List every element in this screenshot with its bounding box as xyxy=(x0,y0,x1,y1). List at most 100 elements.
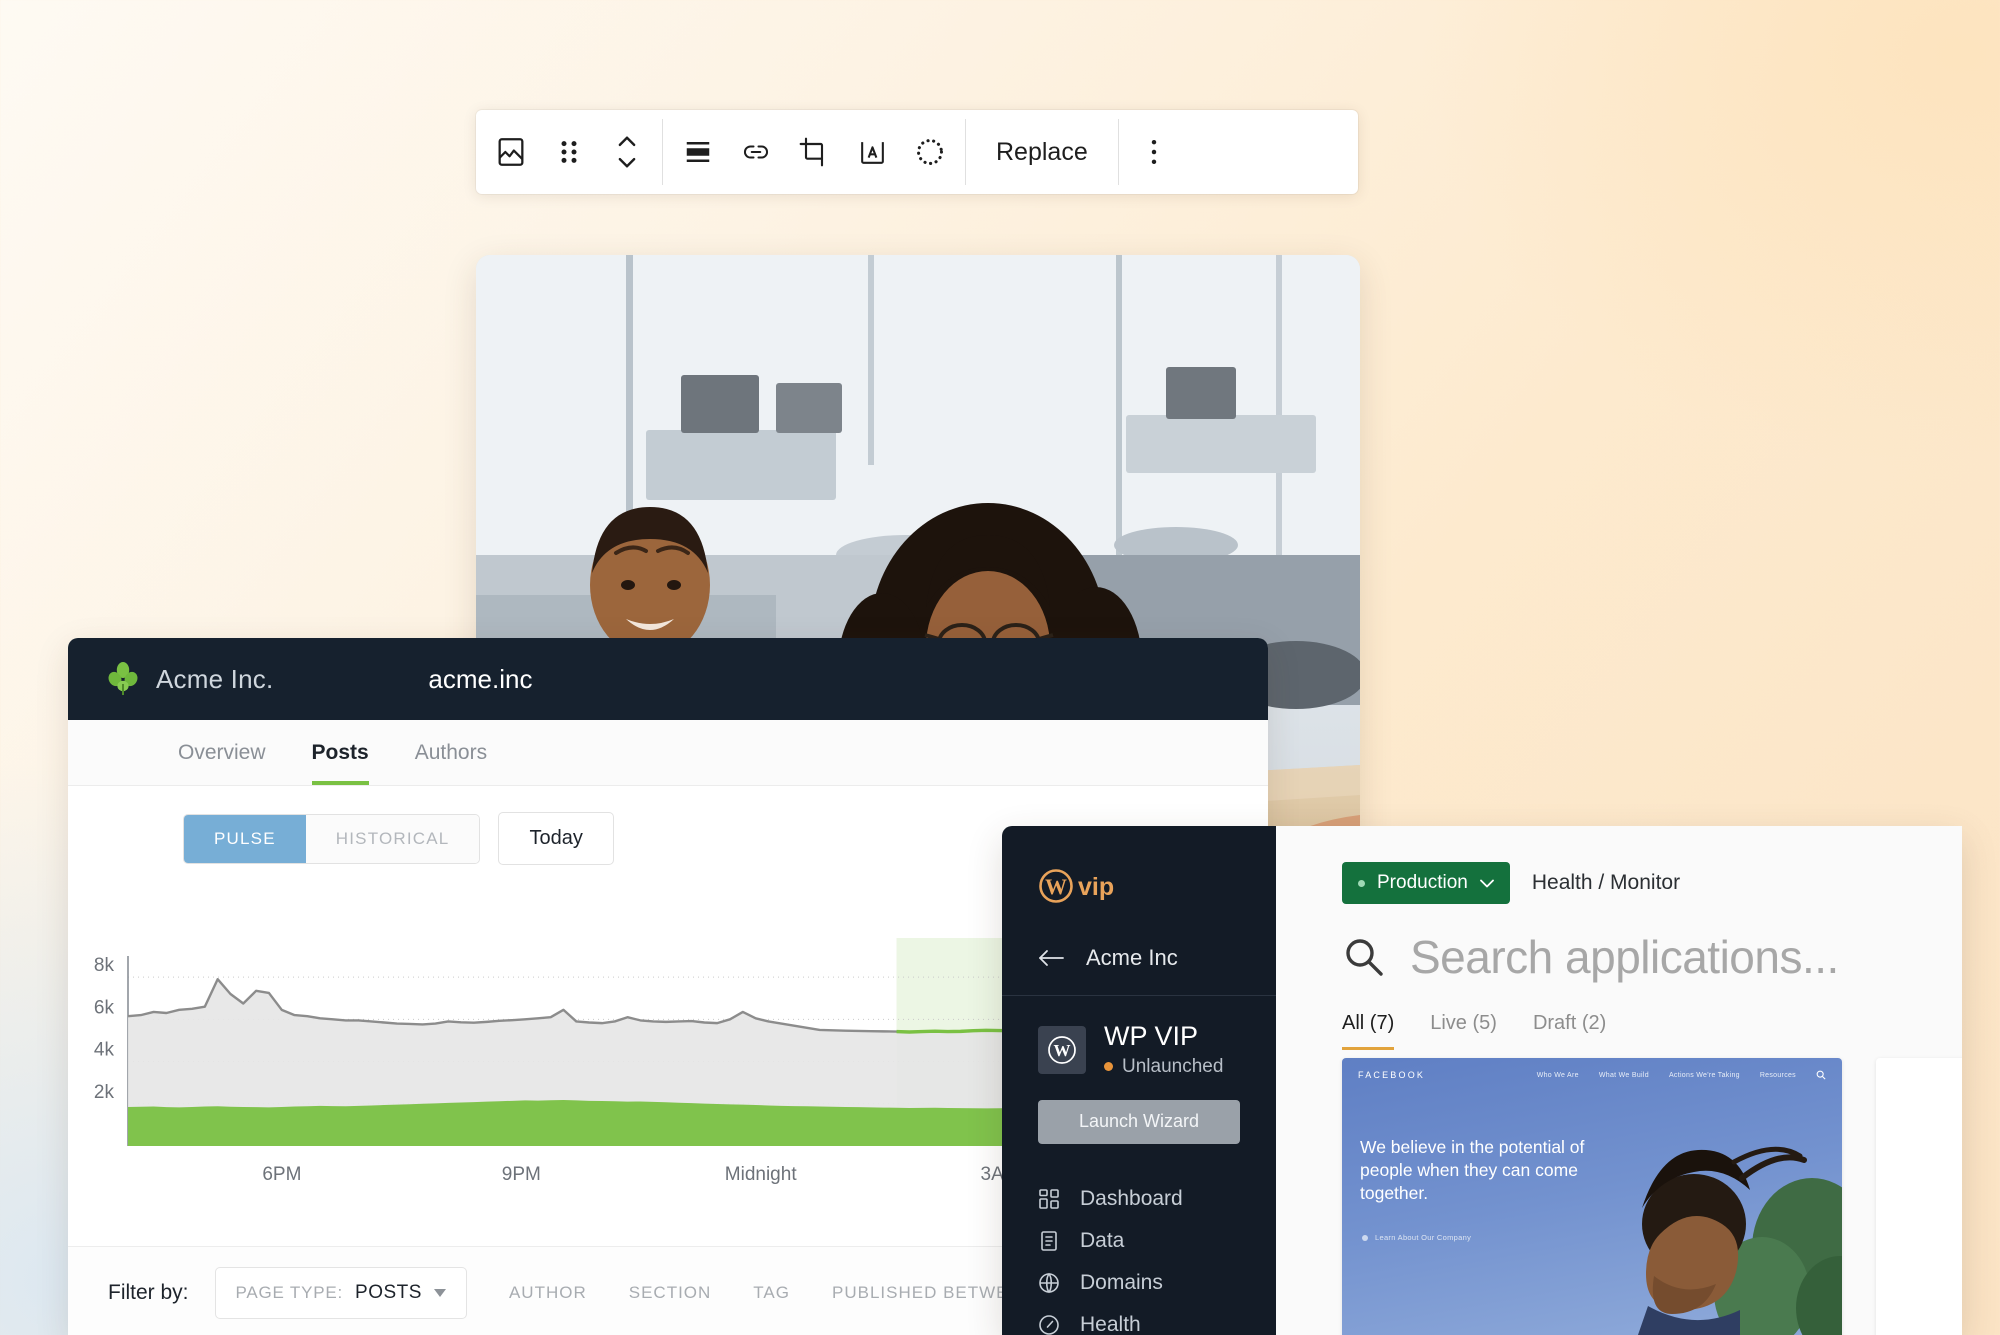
page-type-value: POSTS xyxy=(355,1281,422,1303)
leaf-logo-icon xyxy=(108,662,138,695)
sidebar-item-dashboard[interactable]: Dashboard xyxy=(1038,1178,1276,1220)
svg-text:6PM: 6PM xyxy=(262,1164,301,1185)
block-toolbar-group-more xyxy=(1119,110,1189,194)
vip-main-header: Production Health / Monitor xyxy=(1276,826,1962,904)
drag-handle-icon[interactable] xyxy=(540,110,598,194)
tab-all[interactable]: All (7) xyxy=(1342,1012,1395,1050)
search-placeholder: Search applications... xyxy=(1410,931,1839,983)
vip-site-name: WP VIP xyxy=(1104,1021,1199,1051)
svg-text:8k: 8k xyxy=(94,955,115,976)
segment-pulse[interactable]: PULSE xyxy=(184,814,306,863)
image-block-icon[interactable] xyxy=(482,110,540,194)
tab-live[interactable]: Live (5) xyxy=(1430,1012,1497,1050)
sidebar-item-label: Domains xyxy=(1080,1270,1163,1294)
status-label: Unlaunched xyxy=(1122,1055,1224,1077)
text-over-image-icon[interactable] xyxy=(843,110,901,194)
preview-cta-link: Learn About Our Company xyxy=(1362,1233,1471,1242)
analytics-site-domain: acme.inc xyxy=(428,663,533,694)
duotone-filter-icon[interactable] xyxy=(901,110,959,194)
preview-site-nav: FACEBOOK Who We Are What We Build Action… xyxy=(1342,1058,1842,1092)
grid-dashboard-icon xyxy=(1039,1188,1059,1209)
gauge-health-icon xyxy=(1039,1314,1059,1335)
link-icon[interactable] xyxy=(727,110,785,194)
svg-text:Midnight: Midnight xyxy=(725,1164,798,1185)
wordpress-icon: W xyxy=(1038,1025,1086,1074)
sidebar-item-health[interactable]: Health xyxy=(1038,1304,1276,1335)
svg-text:6k: 6k xyxy=(94,997,115,1018)
ellipsis-vertical-icon[interactable] xyxy=(1125,110,1183,194)
status-dot-icon xyxy=(1104,1062,1113,1072)
environment-selector[interactable]: Production xyxy=(1342,862,1510,904)
vip-site-status: Unlaunched xyxy=(1104,1056,1223,1078)
sidebar-item-domains[interactable]: Domains xyxy=(1038,1262,1276,1304)
svg-text:W: W xyxy=(1045,874,1067,899)
page-type-filter[interactable]: PAGE TYPE: POSTS xyxy=(214,1266,467,1319)
caret-down-icon xyxy=(433,1288,446,1297)
environment-dot-icon xyxy=(1358,879,1365,887)
application-card-next[interactable] xyxy=(1876,1058,1962,1335)
vip-nav: Dashboard Data Domains Health xyxy=(1002,1178,1276,1335)
preview-nav-link: Actions We're Taking xyxy=(1668,1071,1740,1079)
svg-text:vip: vip xyxy=(1078,873,1114,901)
block-toolbar-group-format xyxy=(663,110,965,194)
replace-button[interactable]: Replace xyxy=(966,110,1118,194)
filter-tag[interactable]: TAG xyxy=(753,1283,790,1303)
tab-authors[interactable]: Authors xyxy=(415,741,487,785)
breadcrumb: Health / Monitor xyxy=(1531,871,1681,894)
svg-text:4k: 4k xyxy=(94,1040,115,1061)
block-toolbar-group-block xyxy=(476,110,662,194)
chevron-down-icon xyxy=(1479,879,1494,887)
preview-nav-link: Resources xyxy=(1759,1071,1796,1079)
sidebar-item-label: Dashboard xyxy=(1080,1186,1183,1210)
back-label: Acme Inc xyxy=(1086,945,1178,970)
block-toolbar: Replace xyxy=(476,110,1358,194)
tab-draft[interactable]: Draft (2) xyxy=(1533,1012,1606,1050)
align-center-icon[interactable] xyxy=(669,110,727,194)
preview-cta-label: Learn About Our Company xyxy=(1375,1233,1472,1242)
svg-text:W: W xyxy=(1054,1041,1071,1060)
analytics-tab-bar: Overview Posts Authors xyxy=(68,720,1268,786)
svg-text:2k: 2k xyxy=(94,1082,115,1103)
filter-author[interactable]: AUTHOR xyxy=(509,1283,587,1303)
application-card[interactable]: FACEBOOK Who We Are What We Build Action… xyxy=(1342,1058,1842,1335)
wpvip-application-window: W vip Acme Inc W WP VIP Unlaunched Launc… xyxy=(1002,826,1962,1335)
analytics-site-name: Acme Inc. xyxy=(156,663,274,694)
globe-icon xyxy=(1039,1272,1059,1293)
pulse-historical-segmented-control: PULSE HISTORICAL xyxy=(183,813,481,864)
page-type-key: PAGE TYPE: xyxy=(235,1282,344,1302)
preview-nav-link: Who We Are xyxy=(1536,1071,1579,1079)
tab-overview[interactable]: Overview xyxy=(178,741,266,785)
filter-by-label: Filter by: xyxy=(108,1280,189,1304)
search-icon xyxy=(1346,939,1383,976)
date-range-dropdown[interactable]: Today xyxy=(498,812,614,865)
application-filter-tabs: All (7) Live (5) Draft (2) xyxy=(1276,984,1962,1050)
vip-main-content: Production Health / Monitor Search appli… xyxy=(1276,826,1962,1335)
search-icon xyxy=(1816,1070,1826,1080)
application-card-grid: FACEBOOK Who We Are What We Build Action… xyxy=(1342,1058,1962,1335)
site-preview-thumbnail: FACEBOOK Who We Are What We Build Action… xyxy=(1342,1058,1842,1335)
tab-posts[interactable]: Posts xyxy=(311,741,369,785)
wordpress-vip-logo-icon[interactable]: W vip xyxy=(1002,868,1276,909)
sidebar-item-data[interactable]: Data xyxy=(1038,1220,1276,1262)
vip-sidebar: W vip Acme Inc W WP VIP Unlaunched Launc… xyxy=(1002,826,1276,1335)
vip-site-summary[interactable]: W WP VIP Unlaunched xyxy=(1002,1021,1276,1078)
environment-label: Production xyxy=(1377,872,1468,893)
analytics-header: Acme Inc. acme.inc xyxy=(68,638,1268,720)
crop-icon[interactable] xyxy=(785,110,843,194)
launch-wizard-button[interactable]: Launch Wizard xyxy=(1038,1099,1240,1144)
back-to-organization[interactable]: Acme Inc xyxy=(1002,945,1276,996)
bullet-icon xyxy=(1362,1234,1368,1241)
search-applications-input[interactable]: Search applications... xyxy=(1276,904,1962,984)
preview-nav-links: Who We Are What We Build Actions We're T… xyxy=(1537,1070,1826,1080)
filter-section[interactable]: SECTION xyxy=(629,1283,712,1303)
sidebar-item-label: Health xyxy=(1080,1312,1141,1335)
preview-brand: FACEBOOK xyxy=(1358,1070,1426,1080)
preview-nav-link: What We Build xyxy=(1598,1071,1649,1079)
sidebar-item-label: Data xyxy=(1080,1228,1125,1252)
move-up-down-icon[interactable] xyxy=(598,110,656,194)
svg-text:9PM: 9PM xyxy=(502,1164,541,1185)
arrow-left-icon xyxy=(1039,950,1064,966)
preview-headline: We believe in the potential of people wh… xyxy=(1360,1137,1585,1204)
segment-historical[interactable]: HISTORICAL xyxy=(305,814,480,863)
document-data-icon xyxy=(1041,1230,1057,1251)
